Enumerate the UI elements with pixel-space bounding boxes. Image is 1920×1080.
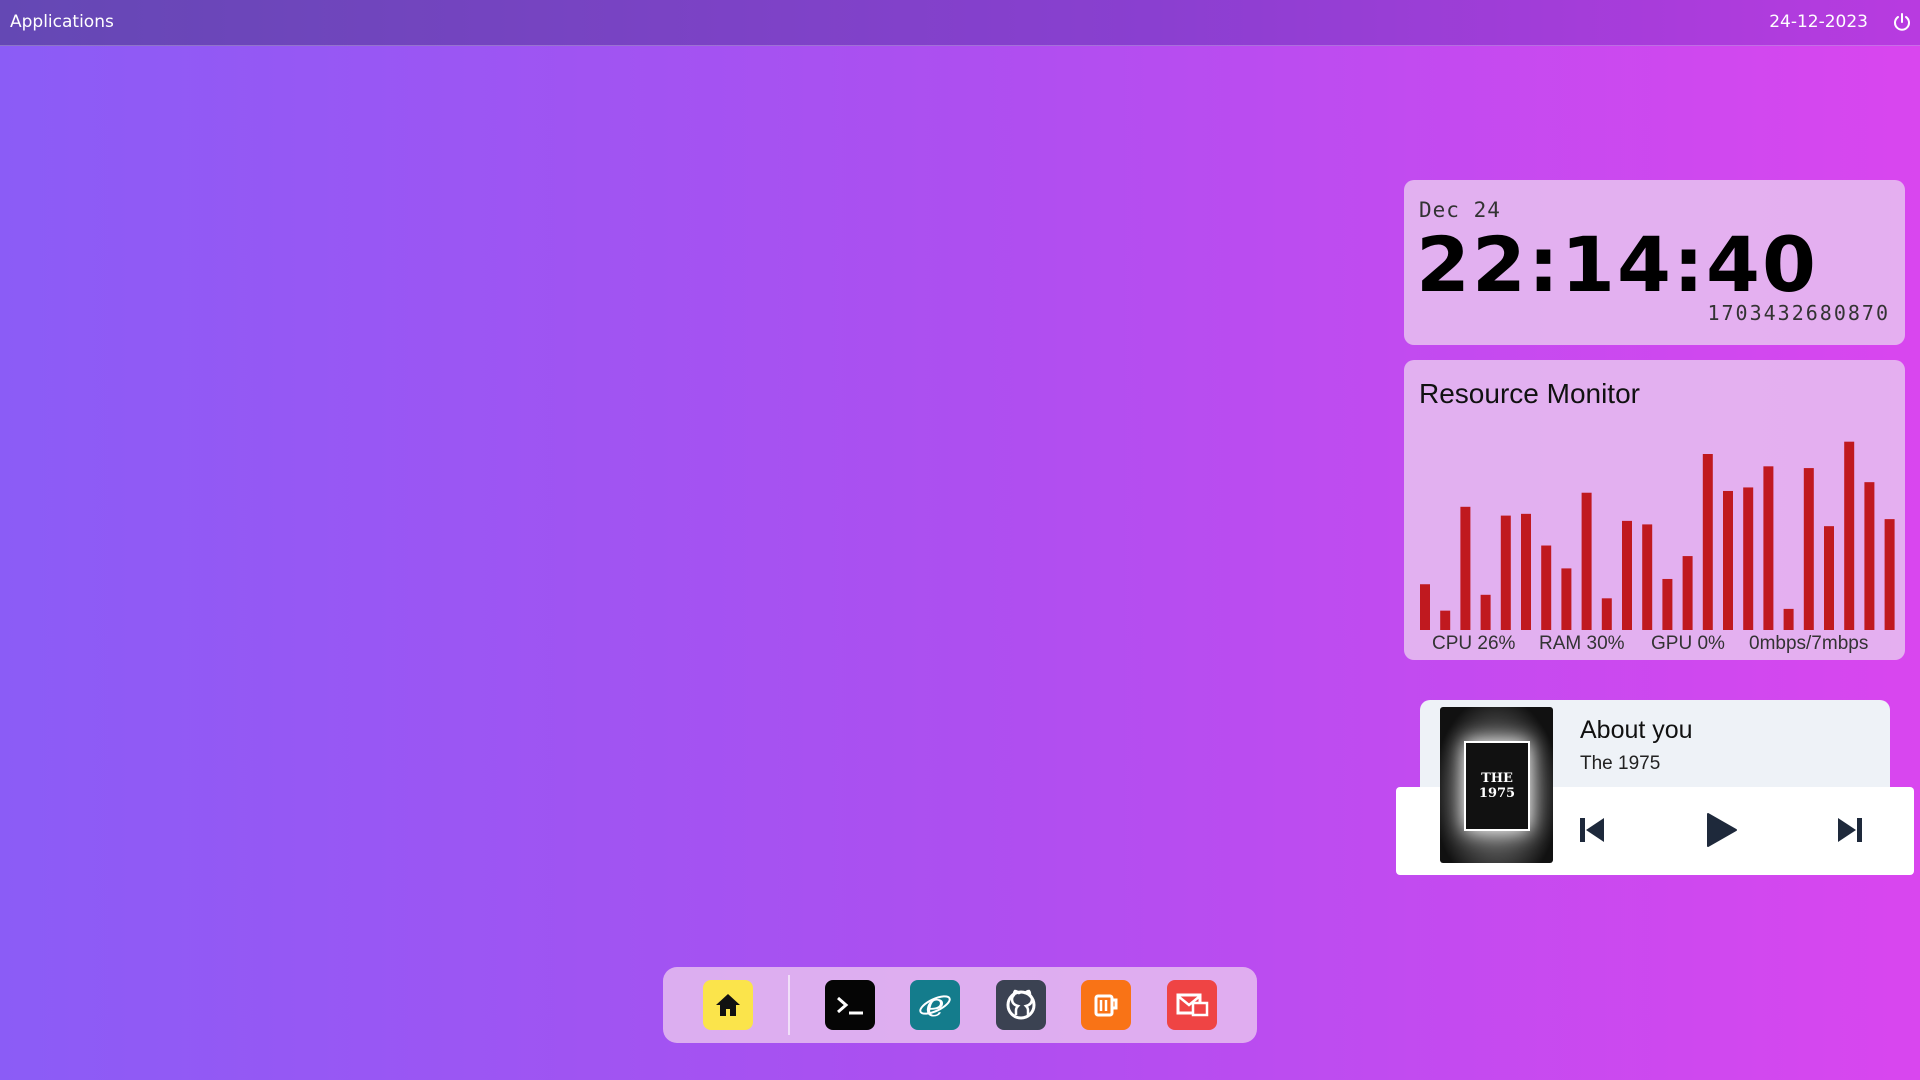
album-frame: THE 1975	[1464, 741, 1530, 831]
resource-bar	[1864, 482, 1875, 630]
resource-bar	[1743, 487, 1754, 630]
album-art: THE 1975	[1440, 707, 1553, 863]
resource-bar	[1521, 513, 1531, 630]
resource-bar	[1541, 545, 1552, 630]
song-title: About you	[1580, 716, 1693, 744]
clock-time: 22:14:40	[1416, 220, 1818, 309]
cpu-stat: CPU 26%	[1432, 633, 1516, 654]
resource-bar	[1601, 598, 1612, 630]
resource-bar	[1480, 594, 1491, 630]
next-track-icon[interactable]	[1830, 810, 1870, 850]
resource-bar	[1803, 468, 1814, 630]
svg-text:e: e	[926, 987, 945, 1023]
resource-bar	[1460, 506, 1471, 630]
network-stat: 0mbps/7mbps	[1749, 633, 1869, 654]
date-display: 24-12-2023	[1769, 12, 1868, 32]
ram-stat: RAM 30%	[1539, 633, 1625, 654]
album-text: THE 1975	[1478, 771, 1516, 801]
gpu-stat: GPU 0%	[1651, 633, 1725, 654]
dock: e	[663, 967, 1257, 1043]
mail-icon[interactable]	[1167, 980, 1217, 1030]
github-icon[interactable]	[996, 980, 1046, 1030]
top-bar: Applications 24-12-2023	[0, 0, 1920, 46]
resource-bar	[1561, 568, 1572, 630]
resource-bar	[1824, 526, 1834, 630]
home-icon[interactable]	[703, 980, 753, 1030]
resource-bar	[1682, 556, 1693, 630]
resource-bar	[1884, 519, 1895, 630]
song-artist: The 1975	[1580, 753, 1661, 774]
resource-bar	[1622, 520, 1632, 630]
resource-bar	[1440, 610, 1451, 630]
resource-monitor-widget: Resource Monitor CPU 26% RAM 30% GPU 0% …	[1404, 360, 1905, 660]
clock-epoch: 1703432680870	[1707, 301, 1890, 325]
notes-icon[interactable]	[1081, 980, 1131, 1030]
resource-bar	[1844, 441, 1855, 630]
clock-widget: Dec 24 22:14:40 1703432680870	[1404, 180, 1905, 345]
applications-menu[interactable]: Applications	[10, 12, 114, 32]
resource-bar	[1783, 608, 1794, 630]
resource-bar-chart	[1420, 441, 1895, 630]
resource-bar	[1581, 492, 1592, 630]
play-icon[interactable]	[1700, 810, 1740, 850]
browser-icon[interactable]: e	[910, 980, 960, 1030]
resource-bar	[1420, 584, 1430, 630]
previous-track-icon[interactable]	[1572, 810, 1612, 850]
resource-bar	[1642, 524, 1653, 630]
resource-bar	[1500, 515, 1511, 630]
power-icon[interactable]	[1892, 12, 1912, 32]
clock-date: Dec 24	[1419, 198, 1501, 222]
resource-bar	[1723, 490, 1733, 630]
dock-separator	[788, 975, 790, 1035]
resource-bar	[1702, 454, 1713, 630]
terminal-icon[interactable]	[825, 980, 875, 1030]
resource-bar	[1662, 578, 1673, 630]
resource-bar	[1763, 466, 1774, 630]
